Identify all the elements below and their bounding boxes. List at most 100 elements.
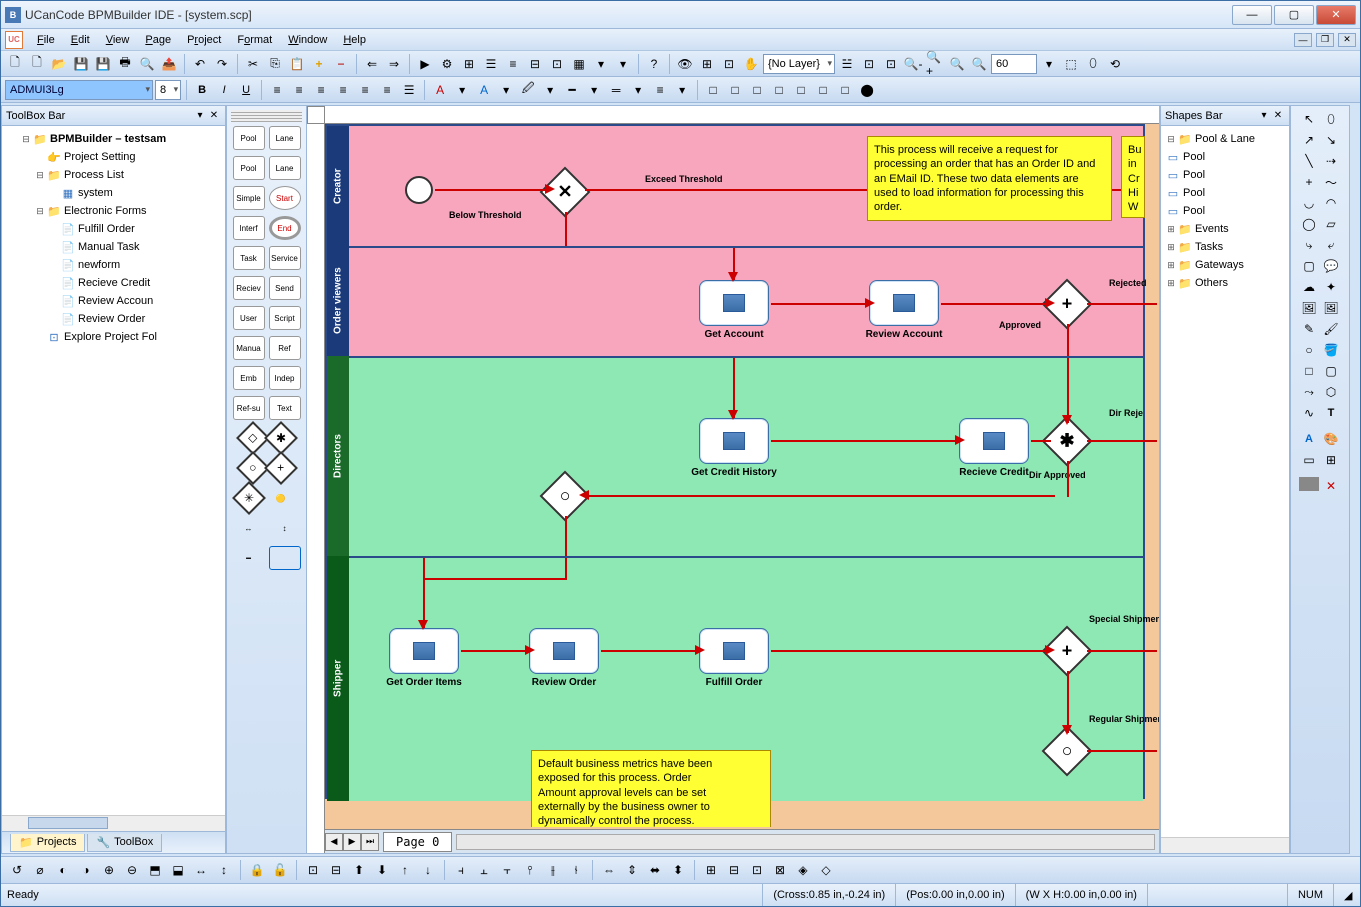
save-icon[interactable]: 💾 — [71, 54, 91, 74]
copy-icon[interactable]: ⎘ — [265, 54, 285, 74]
pal-indep[interactable]: Indep — [269, 366, 301, 390]
drop2-icon[interactable]: ▾ — [613, 54, 633, 74]
shapes-pool-0[interactable]: ▭Pool — [1165, 148, 1285, 166]
zoomout-icon[interactable]: 🔍- — [903, 54, 923, 74]
bt-at[interactable]: ⫯ — [520, 860, 540, 880]
bt-am[interactable]: ⫲ — [543, 860, 563, 880]
tab-projects[interactable]: 📁 Projects — [10, 834, 85, 852]
ts-chat-icon[interactable]: 💬 — [1321, 257, 1341, 275]
shapes-pool-2[interactable]: ▭Pool — [1165, 184, 1285, 202]
linecolor-icon[interactable]: ━ — [562, 80, 582, 100]
task-get-items[interactable]: Get Order Items — [389, 628, 459, 674]
task-get-credit[interactable]: Get Credit History — [699, 418, 769, 464]
highlight-drop-icon[interactable]: ▾ — [540, 80, 560, 100]
lane-label-creator[interactable]: Creator — [327, 126, 349, 246]
fontcolor-icon[interactable]: A — [430, 80, 450, 100]
pal-pool2[interactable]: Pool — [233, 156, 265, 180]
pal-user[interactable]: User — [233, 306, 265, 330]
page-tab-0[interactable]: Page 0 — [383, 832, 452, 852]
gateway-dir[interactable]: ✱ — [1049, 423, 1085, 459]
ts-arc1-icon[interactable]: ◡ — [1299, 194, 1319, 212]
shape8-icon[interactable]: ⬤ — [857, 80, 877, 100]
highlight-icon[interactable]: 🖉 — [518, 80, 538, 100]
bold-icon[interactable]: B — [192, 80, 212, 100]
close-button[interactable]: ✕ — [1316, 5, 1356, 25]
bt-7[interactable]: ⬒ — [145, 860, 165, 880]
ts-star-icon[interactable]: ✦ — [1321, 278, 1341, 296]
task-review-order[interactable]: Review Order — [529, 628, 599, 674]
shape6-icon[interactable]: □ — [813, 80, 833, 100]
shapes-menu-icon[interactable]: ▾ — [1257, 109, 1271, 123]
pal-conn1[interactable]: ↔ — [233, 516, 265, 540]
pal-conn2[interactable]: ↕ — [269, 516, 301, 540]
ts-brush-icon[interactable]: 🖌 — [1321, 320, 1341, 338]
bullets-icon[interactable]: ☰ — [399, 80, 419, 100]
bt-unlock[interactable]: 🔓 — [270, 860, 290, 880]
pal-misc1[interactable]: 🟡 — [265, 486, 297, 510]
pal-task[interactable]: Task — [233, 246, 265, 270]
ts-img2-icon[interactable]: 🖼 — [1321, 299, 1341, 317]
shape1-icon[interactable]: □ — [703, 80, 723, 100]
bt-x5[interactable]: ◈ — [793, 860, 813, 880]
linestyle-drop-icon[interactable]: ▾ — [628, 80, 648, 100]
lane-label-shipper[interactable]: Shipper — [327, 556, 349, 801]
shapes-events[interactable]: ⊞📁Events — [1165, 220, 1285, 238]
tree-form-4[interactable]: 📄Review Accoun — [6, 292, 221, 310]
align-left-icon[interactable]: ≡ — [267, 80, 287, 100]
bt-al[interactable]: ⫞ — [451, 860, 471, 880]
ts-plus-icon[interactable]: + — [1299, 173, 1319, 191]
shape2-icon[interactable]: □ — [725, 80, 745, 100]
align-middle-icon[interactable]: ≡ — [355, 80, 375, 100]
shapes-tree[interactable]: ⊟📁Pool & Lane ▭Pool ▭Pool ▭Pool ▭Pool ⊞📁… — [1161, 126, 1289, 837]
bt-6[interactable]: ⊖ — [122, 860, 142, 880]
fillcolor-icon[interactable]: A — [474, 80, 494, 100]
bt-ab[interactable]: ⫮ — [566, 860, 586, 880]
shape5-icon[interactable]: □ — [791, 80, 811, 100]
ruler-horizontal[interactable] — [325, 106, 1159, 124]
ts-conn1-icon[interactable]: ⤷ — [1299, 236, 1319, 254]
saveall-icon[interactable]: 💾 — [93, 54, 113, 74]
pal-pool[interactable]: Pool — [233, 126, 265, 150]
align-center-icon[interactable]: ≡ — [289, 80, 309, 100]
zoom100-icon[interactable]: 🔍 — [969, 54, 989, 74]
tree-hscroll[interactable] — [2, 815, 225, 831]
lasso-icon[interactable]: ⬯ — [1083, 54, 1103, 74]
bt-lock[interactable]: 🔒 — [247, 860, 267, 880]
ts-dline-icon[interactable]: ⇢ — [1321, 152, 1341, 170]
refresh-icon[interactable]: ⟲ — [1105, 54, 1125, 74]
overview2-icon[interactable]: ⊡ — [881, 54, 901, 74]
bt-ar[interactable]: ⫟ — [497, 860, 517, 880]
bt-dv[interactable]: ⇕ — [622, 860, 642, 880]
pal-lane2[interactable]: Lane — [269, 156, 301, 180]
tool-icon[interactable]: ⚙ — [437, 54, 457, 74]
tree-project-setting[interactable]: 👉Project Setting — [6, 148, 221, 166]
ts-canvas-icon[interactable]: ▭ — [1299, 451, 1319, 469]
pal-gw5[interactable]: ✳ — [232, 481, 266, 515]
pal-lane[interactable]: Lane — [269, 126, 301, 150]
bt-9[interactable]: ↔ — [191, 860, 211, 880]
ts-arrow1-icon[interactable]: ↗ — [1299, 131, 1319, 149]
bt-ac[interactable]: ⫠ — [474, 860, 494, 880]
tab-toolbox[interactable]: 🔧 ToolBox — [87, 834, 162, 852]
task-review-account[interactable]: Review Account — [869, 280, 939, 326]
font-combo[interactable] — [5, 80, 153, 100]
paste-icon[interactable]: 📋 — [287, 54, 307, 74]
menu-format[interactable]: Format — [229, 32, 280, 48]
note-process[interactable]: This process will receive a request for … — [867, 136, 1112, 221]
lane-label-directors[interactable]: Directors — [327, 356, 349, 556]
grid-icon[interactable]: ⊞ — [459, 54, 479, 74]
menu-help[interactable]: Help — [335, 32, 374, 48]
bt-x1[interactable]: ⊞ — [701, 860, 721, 880]
fillcolor-drop-icon[interactable]: ▾ — [496, 80, 516, 100]
bt-x6[interactable]: ◇ — [816, 860, 836, 880]
shapes-gateways[interactable]: ⊞📁Gateways — [1165, 256, 1285, 274]
right-icon[interactable]: ⇒ — [384, 54, 404, 74]
shapes-pool-3[interactable]: ▭Pool — [1165, 202, 1285, 220]
tree-form-5[interactable]: 📄Review Order — [6, 310, 221, 328]
dist-icon[interactable]: ⊟ — [525, 54, 545, 74]
shapes-others[interactable]: ⊞📁Others — [1165, 274, 1285, 292]
tree-form-3[interactable]: 📄Recieve Credit — [6, 274, 221, 292]
task-get-account[interactable]: Get Account — [699, 280, 769, 326]
linecolor-drop-icon[interactable]: ▾ — [584, 80, 604, 100]
bt-dh[interactable]: ⇔ — [599, 860, 619, 880]
